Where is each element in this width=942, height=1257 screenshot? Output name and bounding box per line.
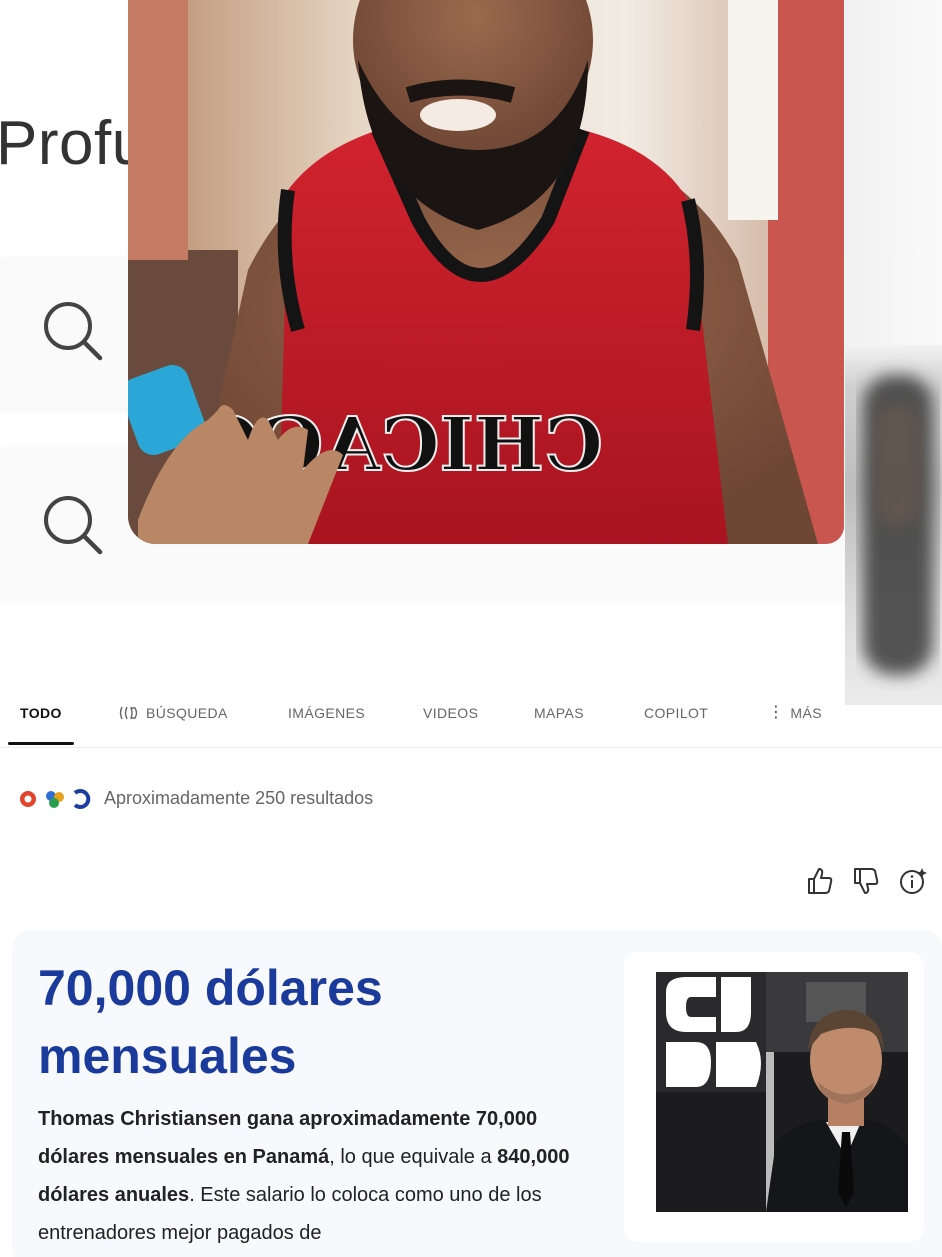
source-logos: [18, 788, 92, 809]
blurred-figure: [863, 375, 933, 675]
search-icon: [44, 496, 103, 555]
thumbs-down-icon[interactable]: [852, 866, 880, 896]
answer-photo[interactable]: [656, 972, 908, 1212]
tab-label: MAPAS: [534, 705, 584, 721]
webcam-video-frame: CHICAGO: [128, 0, 844, 544]
webcam-overlay: CHICAGO: [128, 0, 844, 544]
answer-title: 70,000 dólares mensuales: [38, 960, 383, 1084]
blurred-person-overlay: [845, 345, 942, 705]
results-count: Aproximadamente 250 resultados: [104, 788, 374, 808]
person-photo: [656, 972, 908, 1212]
answer-text: , lo que equivale a: [329, 1146, 498, 1168]
tab-label: COPILOT: [644, 705, 709, 721]
thumbs-up-icon[interactable]: [806, 866, 834, 896]
tab-label: IMÁGENES: [288, 705, 366, 721]
tab-copilot[interactable]: COPILOT: [644, 705, 708, 721]
tab-label: BÚSQUEDA: [146, 705, 228, 721]
search-tabs: TODO BÚSQUEDA IMÁGENES VIDEOS MAPAS COPI…: [0, 700, 942, 748]
source-logo-icon: [20, 790, 36, 807]
active-tab-indicator: [8, 742, 74, 745]
tab-label: TODO: [20, 705, 62, 721]
tab-mas[interactable]: ⋮ MÁS: [768, 704, 822, 722]
answer-body: Thomas Christiansen gana aproximadamente…: [38, 1100, 598, 1252]
search-query-text[interactable]: Profu: [0, 108, 147, 179]
tab-imagenes[interactable]: IMÁGENES: [288, 705, 365, 721]
source-logo-icon: [73, 788, 91, 809]
tab-busqueda[interactable]: BÚSQUEDA: [118, 705, 228, 721]
tab-todo[interactable]: TODO: [20, 705, 62, 721]
source-logo-icon: [46, 790, 64, 808]
tab-videos[interactable]: VIDEOS: [423, 705, 478, 721]
tab-mapas[interactable]: MAPAS: [534, 705, 584, 721]
tab-label: MÁS: [790, 705, 822, 721]
tab-label: VIDEOS: [423, 705, 479, 721]
ai-info-icon[interactable]: [898, 866, 928, 896]
copilot-search-icon: [119, 706, 138, 720]
feedback-controls: [806, 866, 928, 896]
results-summary: Aproximadamente 250 resultados: [18, 788, 373, 809]
blurred-background: [845, 0, 942, 345]
search-icon: [44, 302, 103, 361]
more-vertical-icon: ⋮: [768, 704, 785, 721]
